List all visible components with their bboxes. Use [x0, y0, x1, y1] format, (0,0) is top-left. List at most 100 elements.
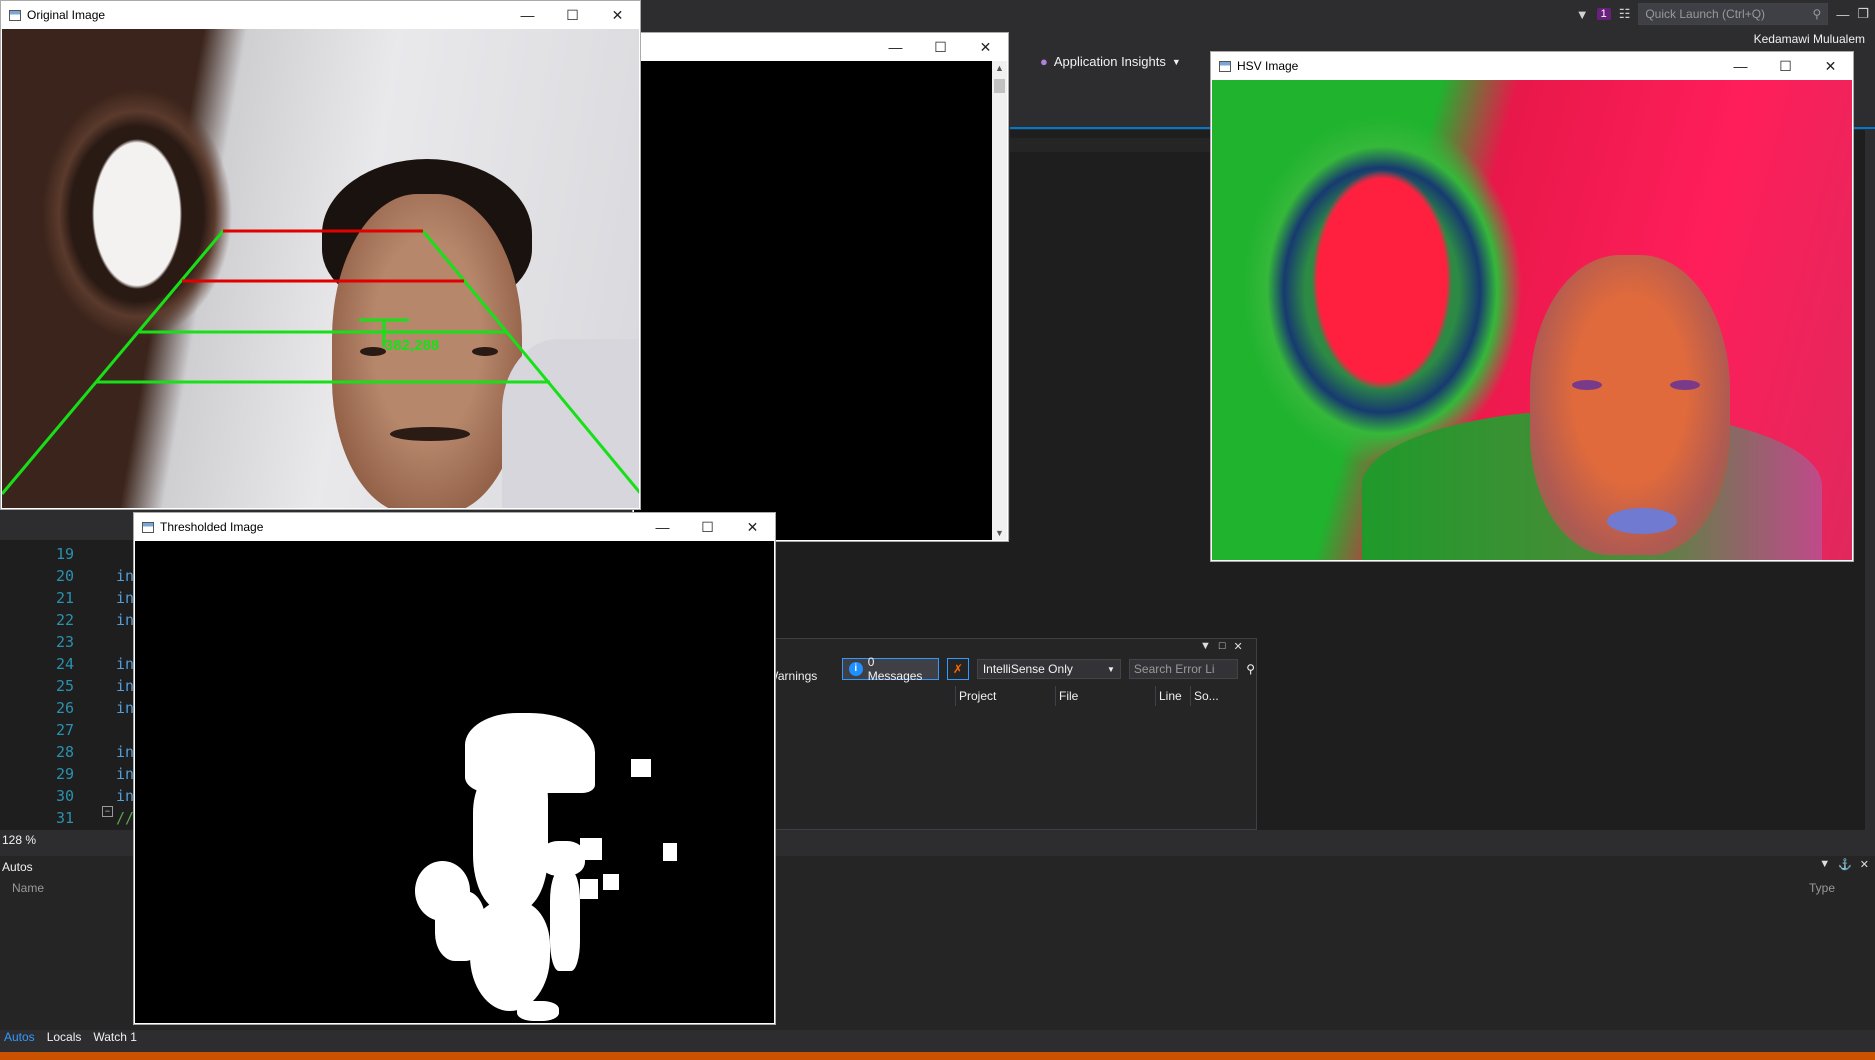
- notification-badge[interactable]: 1: [1596, 8, 1611, 20]
- mask-blob: [517, 1001, 559, 1021]
- dropdown-icon[interactable]: ▼: [1200, 640, 1211, 653]
- hsv-title-bar[interactable]: HSV Image — ☐ ✕: [1211, 52, 1853, 80]
- line-number: 28: [55, 743, 74, 761]
- info-icon: i: [848, 662, 863, 676]
- code-line-text[interactable]: in: [116, 787, 134, 805]
- console-window[interactable]: — ☐ ✕ ▲ ▼: [632, 32, 1009, 542]
- code-line-text[interactable]: in: [116, 589, 134, 607]
- thresholded-image: [135, 541, 774, 1023]
- pin-icon[interactable]: ⚓: [1838, 858, 1852, 871]
- line-number: 25: [55, 677, 74, 695]
- hsv-mouth: [1607, 508, 1677, 534]
- clear-filter-icon[interactable]: ✗: [946, 658, 969, 680]
- quick-launch-placeholder: Quick Launch (Ctrl+Q): [1645, 7, 1766, 21]
- code-line-text[interactable]: in: [116, 699, 134, 717]
- tab-watch-1[interactable]: Watch 1: [93, 1030, 137, 1048]
- quick-launch-input[interactable]: Quick Launch (Ctrl+Q) ⚲: [1638, 3, 1829, 25]
- status-bar: [0, 1052, 1875, 1060]
- column-source[interactable]: So...: [1190, 686, 1235, 706]
- collapse-icon[interactable]: −: [102, 806, 113, 817]
- mask-blob: [550, 871, 580, 971]
- line-number: 30: [55, 787, 74, 805]
- document-row: [1010, 138, 1210, 152]
- close-icon[interactable]: ✕: [595, 7, 640, 24]
- chevron-down-icon: ▼: [1106, 664, 1115, 674]
- zoom-level[interactable]: 128 %: [2, 833, 36, 847]
- maximize-icon[interactable]: □: [1219, 640, 1226, 653]
- minimize-icon[interactable]: —: [1836, 7, 1849, 22]
- code-line-text[interactable]: in: [116, 567, 134, 585]
- hsv-image-window[interactable]: HSV Image — ☐ ✕: [1210, 51, 1854, 562]
- close-icon[interactable]: ✕: [1808, 58, 1853, 75]
- chevron-down-icon: ▼: [1171, 56, 1181, 67]
- console-title-bar[interactable]: — ☐ ✕: [633, 33, 1008, 61]
- autos-column-name[interactable]: Name: [12, 881, 44, 895]
- code-line-text[interactable]: in: [116, 655, 134, 673]
- messages-filter-button[interactable]: i 0 Messages: [841, 655, 939, 683]
- hsv-right-eye: [1670, 380, 1700, 390]
- line-number: 23: [55, 633, 74, 651]
- scope-selected: IntelliSense Only: [982, 662, 1073, 676]
- scope-select[interactable]: IntelliSense Only ▼: [976, 659, 1121, 679]
- tab-locals[interactable]: Locals: [47, 1030, 82, 1048]
- minimize-icon[interactable]: —: [640, 519, 685, 536]
- autos-column-type[interactable]: Type: [1809, 881, 1835, 895]
- minimize-icon[interactable]: —: [505, 7, 550, 24]
- code-line-text[interactable]: in: [116, 765, 134, 783]
- close-icon[interactable]: ✕: [730, 519, 775, 536]
- column-file[interactable]: File: [1055, 686, 1155, 706]
- original-image-window[interactable]: Original Image — ☐ ✕ 382,288: [0, 0, 641, 510]
- console-scrollbar[interactable]: ▲ ▼: [992, 61, 1007, 540]
- close-icon[interactable]: ✕: [1860, 858, 1869, 871]
- code-line-text[interactable]: in: [116, 611, 134, 629]
- error-list-window-controls: ▼ □ ✕: [1200, 640, 1243, 653]
- line-number: 29: [55, 765, 74, 783]
- app-insights-button[interactable]: ● Application Insights ▼: [1040, 54, 1181, 69]
- tab-autos[interactable]: Autos: [4, 1030, 35, 1048]
- app-insights-label: Application Insights: [1053, 54, 1166, 69]
- line-number: 19: [55, 545, 74, 563]
- window-controls: — ☐ ✕: [1718, 58, 1853, 75]
- messages-label: 0 Messages: [867, 655, 923, 683]
- user-name[interactable]: Kedamawi Mulualem: [1754, 32, 1865, 46]
- scroll-up-icon[interactable]: ▲: [992, 63, 1007, 73]
- left-guide-line: [2, 230, 225, 495]
- mask-blob: [580, 879, 598, 899]
- error-list-header: Project File Line So...: [955, 686, 1255, 706]
- code-line-text[interactable]: in: [116, 743, 134, 761]
- maximize-icon[interactable]: ☐: [1763, 58, 1808, 75]
- dropdown-icon[interactable]: ▼: [1819, 858, 1830, 871]
- thresholded-image-window[interactable]: Thresholded Image — ☐ ✕: [133, 512, 776, 1025]
- search-icon[interactable]: ⚲: [1246, 662, 1255, 676]
- error-search-input[interactable]: Search Error Li: [1128, 659, 1239, 679]
- feedback-icon[interactable]: ☷: [1619, 6, 1631, 22]
- minimize-icon[interactable]: —: [873, 39, 918, 56]
- column-project[interactable]: Project: [955, 686, 1055, 706]
- maximize-icon[interactable]: ☐: [918, 39, 963, 56]
- window-controls: — ☐ ✕: [505, 7, 640, 24]
- line-number: 24: [55, 655, 74, 673]
- minimize-icon[interactable]: —: [1718, 58, 1763, 75]
- scroll-thumb[interactable]: [994, 79, 1005, 93]
- window-controls: — ☐ ✕: [640, 519, 775, 536]
- code-line-text[interactable]: //: [116, 809, 134, 827]
- filter-notification-icon[interactable]: ▼: [1576, 7, 1589, 22]
- close-icon[interactable]: ✕: [963, 39, 1008, 56]
- detection-overlay: 382,288: [2, 229, 639, 495]
- code-line-text[interactable]: in: [116, 677, 134, 695]
- restore-icon[interactable]: ❐: [1857, 6, 1869, 22]
- mask-blob: [603, 874, 619, 890]
- maximize-icon[interactable]: ☐: [550, 7, 595, 24]
- original-title-bar[interactable]: Original Image — ☐ ✕: [1, 1, 640, 29]
- column-line[interactable]: Line: [1155, 686, 1190, 706]
- lightbulb-icon: ●: [1040, 54, 1048, 69]
- scroll-down-icon[interactable]: ▼: [992, 528, 1007, 538]
- line-number: 21: [55, 589, 74, 607]
- thresholded-title-bar[interactable]: Thresholded Image — ☐ ✕: [134, 513, 775, 541]
- right-guide-line: [421, 230, 639, 494]
- debug-tabs: Autos Locals Watch 1: [0, 1030, 137, 1048]
- hsv-title: HSV Image: [1237, 59, 1299, 73]
- mask-blob: [663, 843, 677, 861]
- close-icon[interactable]: ✕: [1234, 640, 1243, 653]
- maximize-icon[interactable]: ☐: [685, 519, 730, 536]
